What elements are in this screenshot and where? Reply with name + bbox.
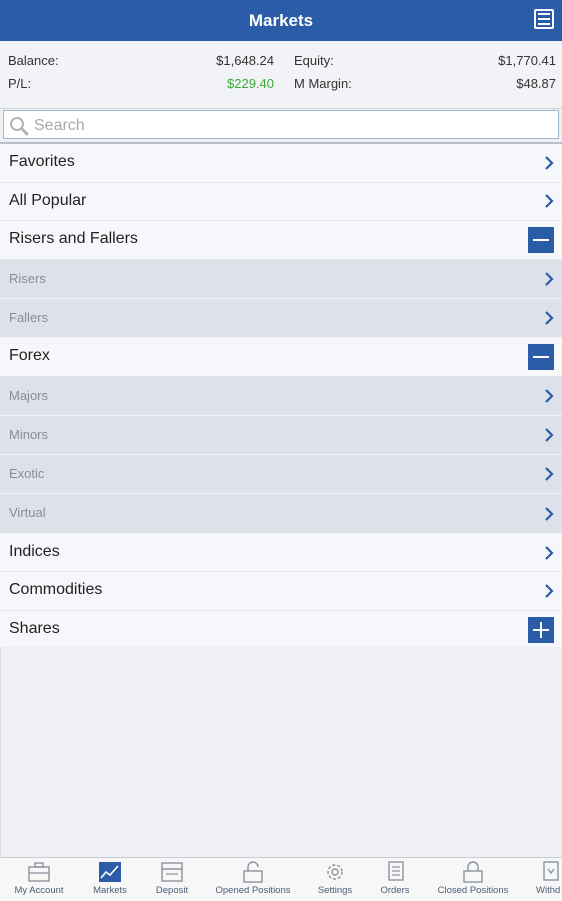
withdraw-icon [543, 861, 559, 881]
list-item-label: All Popular [9, 191, 87, 209]
list-item-favorites[interactable]: Favorites [0, 144, 562, 183]
sub-item-exotic[interactable]: Exotic [0, 455, 562, 495]
chevron-right-icon [545, 388, 554, 403]
sub-item-virtual[interactable]: Virtual [0, 494, 562, 534]
tab-markets[interactable]: Markets [78, 858, 142, 901]
gear-icon [327, 864, 343, 880]
collapse-icon[interactable] [528, 227, 554, 253]
balance-value: $1,648.24 [216, 53, 274, 68]
list-item-label: Forex [9, 347, 50, 365]
empty-area [0, 647, 562, 857]
list-item-all-popular[interactable]: All Popular [0, 182, 562, 221]
list-item-label: Risers and Fallers [9, 230, 138, 247]
balance-label: Balance: [8, 53, 59, 68]
list-item-label: Exotic [9, 466, 45, 482]
list-item-label: Indices [9, 542, 60, 560]
expand-icon[interactable] [528, 616, 554, 643]
briefcase-icon [28, 862, 50, 882]
chevron-right-icon [545, 155, 554, 170]
tab-withdraw[interactable]: Withd [530, 858, 562, 901]
tab-opened-positions[interactable]: Opened Positions [210, 858, 296, 901]
tab-label: Orders [380, 885, 410, 896]
page-title: Markets [248, 11, 314, 30]
chevron-right-icon [545, 545, 554, 560]
list-item-label: Commodities [9, 581, 103, 599]
chart-icon [99, 862, 121, 882]
app-header: Markets [0, 0, 562, 41]
list-item-indices[interactable]: Indices [0, 533, 562, 573]
tab-settings[interactable]: Settings [306, 858, 364, 901]
chevron-right-icon [545, 428, 554, 442]
market-list: Favorites All Popular Risers and Fallers… [0, 144, 562, 650]
tab-label: My Account [14, 885, 64, 896]
equity-value: $1,770.41 [498, 53, 556, 68]
search-box[interactable] [3, 110, 559, 139]
sub-item-minors[interactable]: Minors [0, 415, 562, 456]
collapse-icon[interactable] [528, 344, 554, 371]
pl-value: $229.40 [227, 76, 274, 91]
list-item-forex[interactable]: Forex [0, 338, 562, 377]
chevron-right-icon [545, 506, 554, 521]
tab-label: Deposit [155, 885, 189, 896]
sub-item-risers[interactable]: Risers [0, 259, 562, 299]
sub-item-fallers[interactable]: Fallers [0, 298, 562, 339]
list-item-label: Favorites [9, 153, 75, 170]
sub-item-majors[interactable]: Majors [0, 376, 562, 416]
pl-label: P/L: [8, 76, 32, 91]
orders-icon [388, 861, 404, 881]
list-item-shares[interactable]: Shares [0, 610, 562, 650]
search-input[interactable] [32, 114, 536, 138]
tab-label: Markets [93, 885, 127, 896]
chevron-right-icon [545, 271, 554, 286]
tab-label: Closed Positions [437, 885, 509, 896]
tab-my-account[interactable]: My Account [2, 858, 76, 901]
margin-value: $48.87 [516, 76, 556, 91]
tab-closed-positions[interactable]: Closed Positions [430, 858, 516, 901]
list-item-label: Majors [9, 387, 49, 403]
list-item-label: Fallers [9, 309, 49, 325]
list-item-label: Minors [9, 426, 49, 442]
list-item-risers-and-fallers[interactable]: Risers and Fallers [0, 221, 562, 260]
chevron-right-icon [545, 194, 554, 209]
chevron-right-icon [545, 584, 554, 598]
tab-label: Withd [536, 885, 561, 896]
list-item-label: Shares [9, 619, 60, 637]
search-icon [10, 117, 29, 136]
list-item-label: Risers [9, 270, 46, 286]
list-item-label: Virtual [9, 505, 46, 521]
chevron-right-icon [545, 467, 554, 482]
bottom-tab-bar: My Account Markets Deposit Opened Positi… [0, 857, 562, 901]
equity-label: Equity: [294, 53, 334, 68]
hamburger-menu-icon[interactable] [534, 9, 554, 29]
tab-label: Settings [317, 885, 353, 896]
margin-label: M Margin: [294, 76, 352, 91]
tab-deposit[interactable]: Deposit [144, 858, 200, 901]
lock-icon [463, 861, 483, 883]
deposit-icon [161, 862, 183, 882]
chevron-right-icon [545, 311, 554, 325]
unlock-icon [243, 861, 263, 883]
tab-orders[interactable]: Orders [370, 858, 420, 901]
list-item-commodities[interactable]: Commodities [0, 572, 562, 611]
account-summary: Balance: $1,648.24 Equity: $1,770.41 P/L… [0, 41, 562, 109]
tab-label: Opened Positions [215, 885, 291, 896]
